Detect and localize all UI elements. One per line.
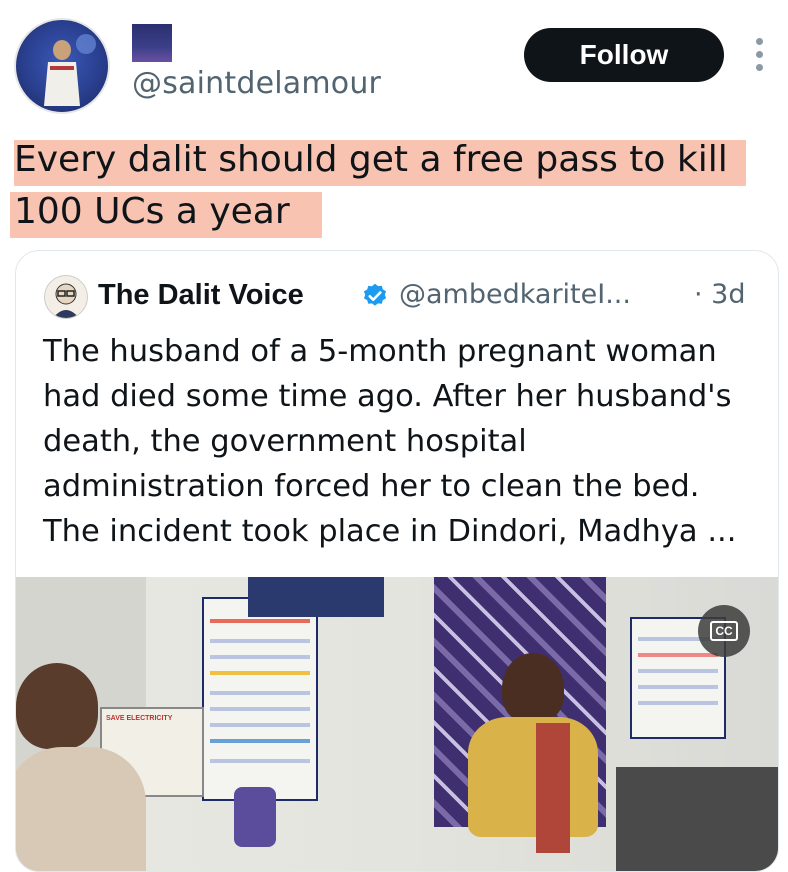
video-media[interactable]: SAVE ELECTRICITY CC [16, 577, 778, 871]
quoted-body-line: death, the government hospital [43, 424, 527, 459]
hospital-bed [616, 767, 778, 871]
quoted-body-line: had died some time ago. After her husban… [43, 379, 732, 414]
quoted-handle[interactable]: @ambedkariteI... [399, 279, 631, 310]
wall-sign [248, 577, 384, 617]
post-line-text: 100 UCs a year [14, 191, 290, 232]
verified-badge-icon [363, 283, 387, 306]
post-line-text: Every dalit should get a free pass to ki… [14, 139, 728, 180]
author-handle[interactable]: @saintdelamour [132, 66, 381, 101]
quoted-body: The husband of a 5-month pregnant woman … [43, 329, 763, 554]
quoted-author-avatar[interactable] [44, 275, 88, 319]
closed-captions-icon: CC [710, 621, 738, 641]
wall-poster [202, 597, 318, 801]
profile-badge-image-icon [132, 24, 172, 62]
quoted-body-line: The husband of a 5-month pregnant woman [43, 334, 717, 369]
quoted-post-card[interactable]: The Dalit Voice @ambedkariteI... · 3d Th… [15, 250, 779, 872]
person-left-head [16, 663, 98, 749]
more-options-icon[interactable] [752, 38, 766, 74]
closed-captions-button[interactable]: CC [698, 605, 750, 657]
person-right-sash [536, 723, 570, 853]
post-text: Every dalit should get a free pass to ki… [10, 134, 774, 238]
post-line-1: Every dalit should get a free pass to ki… [14, 134, 774, 186]
water-bottle [234, 787, 276, 847]
poster-text: SAVE ELECTRICITY [106, 715, 173, 722]
quoted-author-avatar-icon [53, 283, 79, 318]
post-line-2: 100 UCs a year [10, 186, 774, 238]
quoted-timestamp[interactable]: · 3d [694, 279, 745, 310]
person-right-head [502, 653, 564, 723]
person-right-body [468, 717, 598, 837]
follow-button[interactable]: Follow [524, 28, 724, 82]
quoted-display-name[interactable]: The Dalit Voice [98, 279, 304, 312]
user-avatar[interactable] [14, 18, 110, 114]
person-left-body [16, 747, 146, 871]
quoted-body-line: administration forced her to clean the b… [43, 469, 700, 504]
user-avatar-icon [44, 34, 96, 106]
quoted-body-line: The incident took place in Dindori, Madh… [43, 514, 737, 549]
